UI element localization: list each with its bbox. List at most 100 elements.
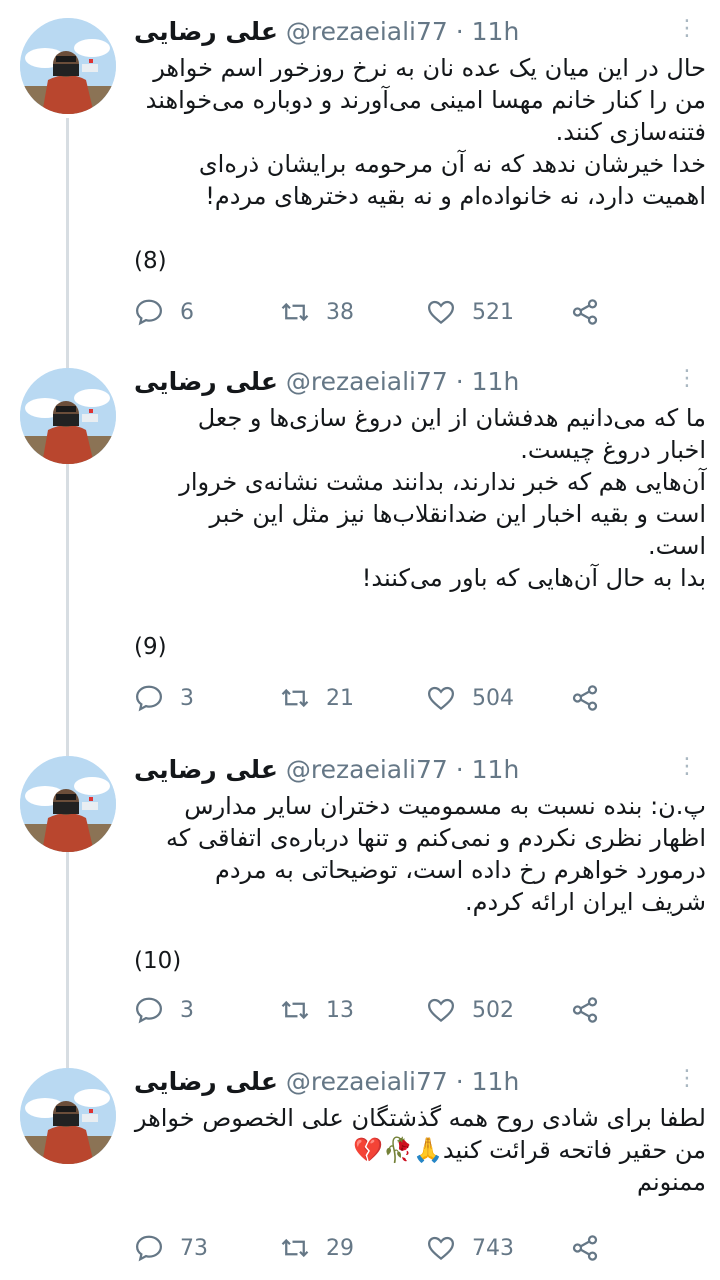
tweet-text: لطفا برای شادی روح همه گذشتگان علی الخصو… bbox=[134, 1102, 706, 1198]
author-name[interactable]: علی رضایی bbox=[134, 17, 278, 46]
tweet-text-line: لطفا برای شادی روح همه گذشتگان علی الخصو… bbox=[134, 1104, 706, 1132]
tweet-text-line: اظهار نظری نکردم و نمی‌کنم و تنها درباره… bbox=[166, 824, 706, 852]
heart-icon bbox=[427, 998, 455, 1023]
like-count: 502 bbox=[472, 997, 514, 1023]
reply-count: 3 bbox=[180, 997, 194, 1023]
share-icon bbox=[572, 299, 598, 325]
retweet-icon bbox=[281, 302, 309, 322]
author-handle[interactable]: @rezaeiali77 bbox=[286, 1067, 448, 1096]
share-icon bbox=[572, 1235, 598, 1261]
reply-button[interactable]: 73 bbox=[134, 1228, 208, 1268]
tweet-time[interactable]: 11h bbox=[472, 367, 520, 396]
retweet-button[interactable]: 29 bbox=[280, 1228, 354, 1268]
avatar[interactable] bbox=[20, 18, 116, 114]
tweet-text-line: اهمیت دارد، نه خانواده‌ام و نه بقیه دختر… bbox=[205, 182, 706, 210]
tweet-text: پ.ن: بنده نسبت به مسمومیت دختران سایر مد… bbox=[134, 790, 706, 918]
like-button[interactable]: 502 bbox=[426, 990, 514, 1030]
reply-button[interactable]: 6 bbox=[134, 292, 194, 332]
author-name[interactable]: علی رضایی bbox=[134, 1067, 278, 1096]
like-button[interactable]: 743 bbox=[426, 1228, 514, 1268]
share-button[interactable] bbox=[570, 990, 616, 1030]
reply-count: 3 bbox=[180, 685, 194, 711]
avatar-image bbox=[20, 18, 116, 114]
tweet-text-line: آن‌هایی هم که خبر ندارند، بدانند مشت نشا… bbox=[179, 468, 706, 496]
tweet-actions: 73 29 743 bbox=[134, 1228, 614, 1268]
tweet[interactable]: علی رضایی @rezaeiali77 · 11h ⋮ حال در این… bbox=[0, 0, 720, 388]
retweet-count: 13 bbox=[326, 997, 354, 1023]
retweet-count: 29 bbox=[326, 1235, 354, 1261]
tweet-text-line: درمورد خواهرم رخ داده است، توضیحاتی به م… bbox=[214, 856, 706, 884]
heart-icon bbox=[427, 300, 455, 325]
tweet-time[interactable]: 11h bbox=[472, 755, 520, 784]
share-button[interactable] bbox=[570, 678, 616, 718]
share-icon bbox=[572, 685, 598, 711]
retweet-button[interactable]: 13 bbox=[280, 990, 354, 1030]
author-handle[interactable]: @rezaeiali77 bbox=[286, 755, 448, 784]
tweet-text-line: حال در این میان یک عده نان به نرخ روزخور… bbox=[153, 54, 706, 82]
tweet-time[interactable]: 11h bbox=[472, 17, 520, 46]
tweet[interactable]: علی رضایی @rezaeiali77 · 11h ⋮ ما که می‌د… bbox=[0, 350, 720, 738]
tweet-text-line: ممنونم bbox=[636, 1168, 706, 1196]
tweet-time[interactable]: 11h bbox=[472, 1067, 520, 1096]
retweet-icon bbox=[281, 688, 309, 708]
thread-counter: (10) bbox=[134, 948, 182, 974]
tweet-text-line: من را کنار خانم مهسا امینی می‌آورند و دو… bbox=[145, 86, 706, 114]
avatar[interactable] bbox=[20, 368, 116, 464]
retweet-button[interactable]: 38 bbox=[280, 292, 354, 332]
tweet-header: علی رضایی @rezaeiali77 · 11h bbox=[134, 755, 520, 784]
author-handle[interactable]: @rezaeiali77 bbox=[286, 17, 448, 46]
avatar-image bbox=[20, 756, 116, 852]
more-vertical-icon[interactable]: ⋮ bbox=[676, 14, 698, 44]
avatar-image bbox=[20, 368, 116, 464]
author-name[interactable]: علی رضایی bbox=[134, 367, 278, 396]
reply-icon bbox=[135, 299, 163, 326]
tweet-actions: 3 13 502 bbox=[134, 990, 614, 1030]
like-count: 521 bbox=[472, 299, 514, 325]
tweet-header: علی رضایی @rezaeiali77 · 11h bbox=[134, 17, 520, 46]
like-count: 504 bbox=[472, 685, 514, 711]
tweet-text-line: است و بقیه اخبار این ضدانقلاب‌ها نیز مثل… bbox=[209, 500, 706, 528]
reply-count: 6 bbox=[180, 299, 194, 325]
heart-icon bbox=[427, 1236, 455, 1261]
like-button[interactable]: 521 bbox=[426, 292, 514, 332]
avatar[interactable] bbox=[20, 756, 116, 852]
tweet-text-line: بدا به حال آن‌هایی که باور می‌کنند! bbox=[361, 564, 706, 592]
share-icon bbox=[572, 997, 598, 1023]
reply-button[interactable]: 3 bbox=[134, 678, 194, 718]
more-vertical-icon[interactable]: ⋮ bbox=[676, 752, 698, 782]
tweet-text-line: اخبار دروغ چیست. bbox=[520, 436, 706, 464]
thread-counter: (8) bbox=[134, 248, 167, 274]
reply-icon bbox=[135, 1235, 163, 1262]
tweet-actions: 6 38 521 bbox=[134, 292, 614, 332]
reply-icon bbox=[135, 997, 163, 1024]
author-name[interactable]: علی رضایی bbox=[134, 755, 278, 784]
like-button[interactable]: 504 bbox=[426, 678, 514, 718]
reply-count: 73 bbox=[180, 1235, 208, 1261]
tweet[interactable]: علی رضایی @rezaeiali77 · 11h ⋮ لطفا برای … bbox=[0, 1050, 720, 1280]
tweet-text-line: خدا خیرشان ندهد که نه آن مرحومه برایشان … bbox=[198, 150, 706, 178]
avatar-image bbox=[20, 1068, 116, 1164]
retweet-icon bbox=[281, 1238, 309, 1258]
tweet-actions: 3 21 504 bbox=[134, 678, 614, 718]
retweet-count: 21 bbox=[326, 685, 354, 711]
tweet-header: علی رضایی @rezaeiali77 · 11h bbox=[134, 1067, 520, 1096]
share-button[interactable] bbox=[570, 1228, 616, 1268]
tweet-text-line: ما که می‌دانیم هدفشان از این دروغ سازی‌ه… bbox=[197, 404, 706, 432]
reply-button[interactable]: 3 bbox=[134, 990, 194, 1030]
tweet-text-line: پ.ن: بنده نسبت به مسمومیت دختران سایر مد… bbox=[184, 792, 706, 820]
more-vertical-icon[interactable]: ⋮ bbox=[676, 364, 698, 394]
author-handle[interactable]: @rezaeiali77 bbox=[286, 367, 448, 396]
like-count: 743 bbox=[472, 1235, 514, 1261]
heart-icon bbox=[427, 686, 455, 711]
retweet-button[interactable]: 21 bbox=[280, 678, 354, 718]
share-button[interactable] bbox=[570, 292, 616, 332]
tweet-text: حال در این میان یک عده نان به نرخ روزخور… bbox=[134, 52, 706, 212]
tweet-text-line: است. bbox=[648, 532, 706, 560]
tweet-text-line: من حقیر فاتحه قرائت کنید🙏🥀💔 bbox=[353, 1136, 706, 1164]
more-vertical-icon[interactable]: ⋮ bbox=[676, 1064, 698, 1094]
tweet-header: علی رضایی @rezaeiali77 · 11h bbox=[134, 367, 520, 396]
avatar[interactable] bbox=[20, 1068, 116, 1164]
thread-counter: (9) bbox=[134, 634, 167, 660]
tweet-text-line: فتنه‌سازی کنند. bbox=[555, 118, 706, 146]
tweet-text-line: شریف ایران ارائه کردم. bbox=[465, 888, 706, 916]
